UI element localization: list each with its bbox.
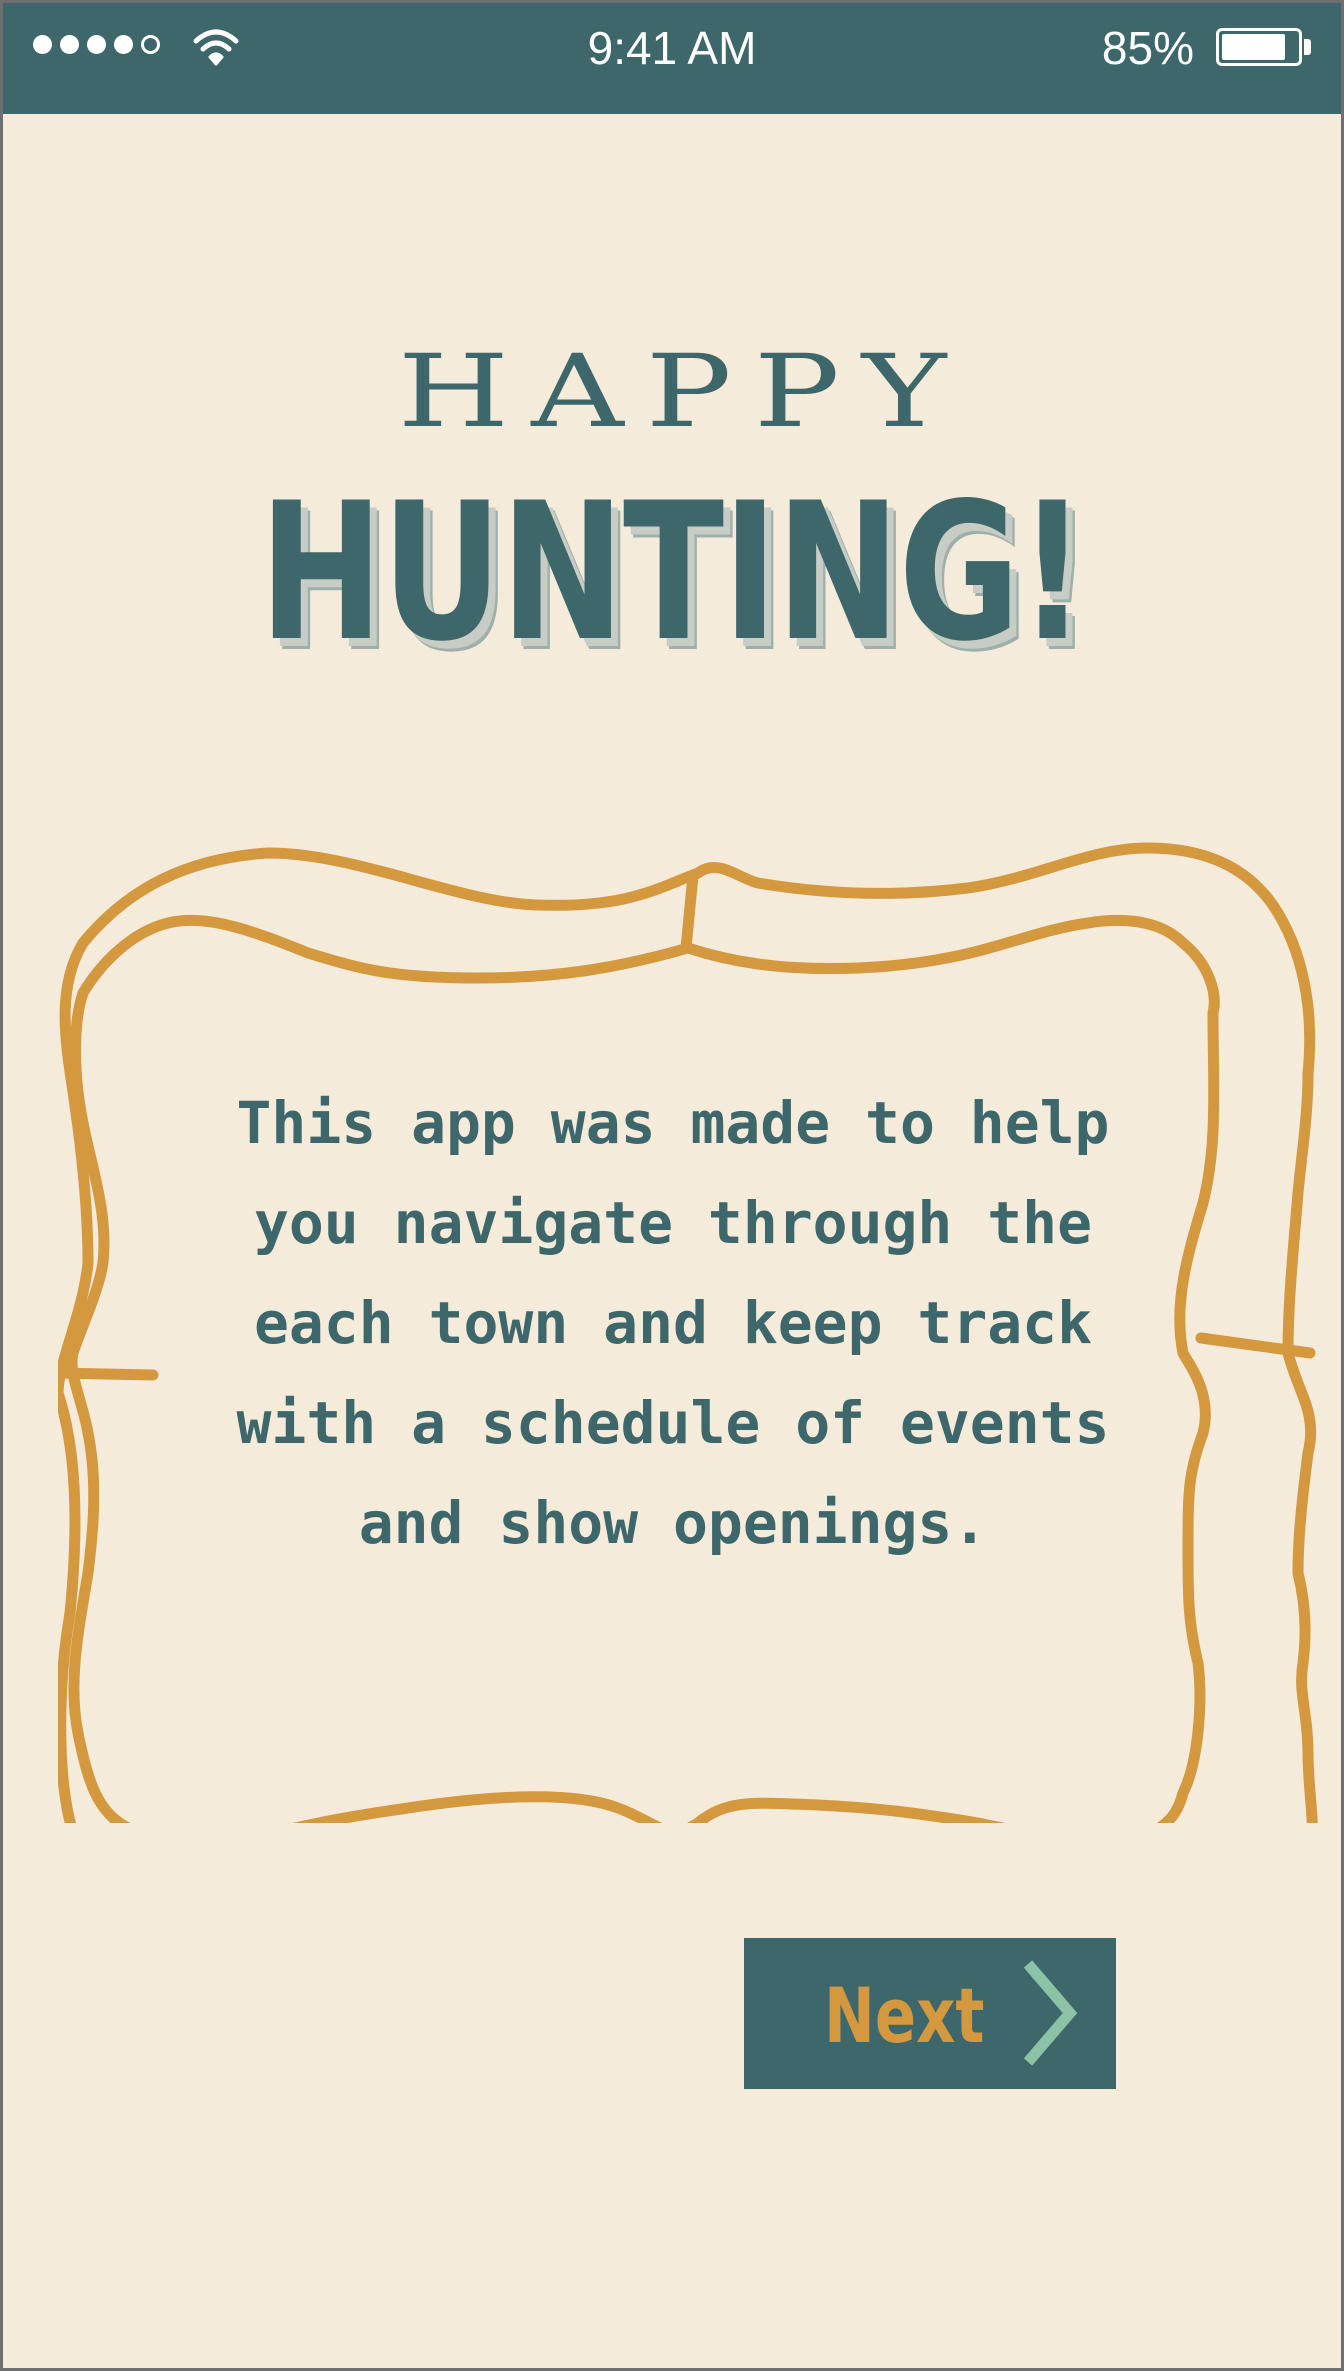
next-button-label: Next xyxy=(824,1971,985,2060)
battery-percent: 85% xyxy=(1101,22,1194,74)
title-happy: HAPPY xyxy=(397,334,969,451)
next-button[interactable]: Next xyxy=(744,1938,1116,2089)
chevron-right-icon xyxy=(1023,1960,1078,2066)
title-hunting: HUNTING! xyxy=(259,462,1086,683)
battery-tip xyxy=(1304,39,1311,55)
battery-level xyxy=(1222,34,1285,60)
battery-icon xyxy=(1216,28,1302,66)
status-bar: 9:41 AM 85% xyxy=(3,3,1341,114)
intro-text: This app was made to help you navigate t… xyxy=(236,1089,1110,1557)
app-screen: 9:41 AM 85% HAPPY HUNTING! This app was … xyxy=(0,0,1344,2371)
